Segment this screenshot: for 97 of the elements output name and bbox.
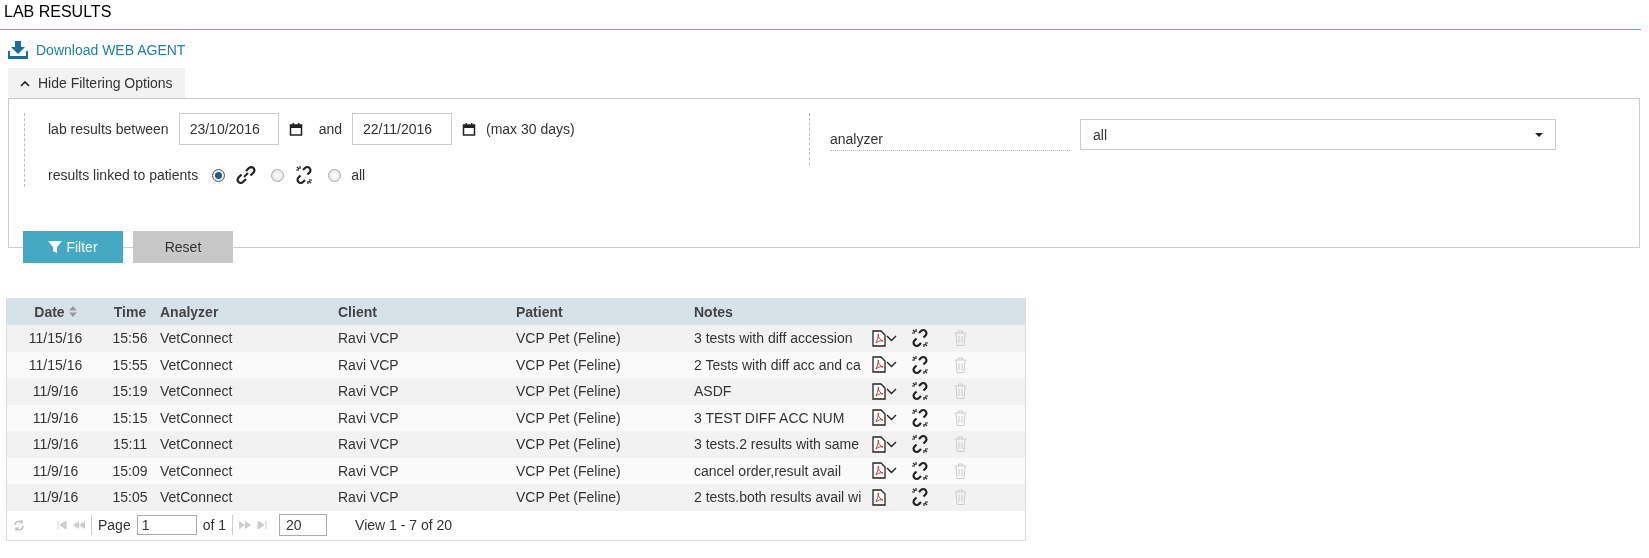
table-cell: 15:15: [112, 409, 148, 426]
field-label: analyzer: [830, 127, 1070, 151]
table-cell: 15:56: [112, 330, 148, 347]
pdf-icon[interactable]: [872, 356, 886, 374]
field-label: lab results between: [48, 121, 169, 137]
reset-button[interactable]: Reset: [133, 231, 233, 263]
chevron-icon: [20, 79, 30, 87]
table-cell: Ravi VCP: [338, 330, 399, 347]
table-cell: 15:55: [112, 356, 148, 373]
pdf-icon[interactable]: [872, 462, 886, 480]
table-cell: 2 tests.both results avail wi: [694, 489, 862, 506]
table-cell: VetConnect: [160, 330, 233, 347]
pdf-icon[interactable]: [872, 435, 886, 453]
table-cell: VetConnect: [160, 462, 233, 479]
table-cell: 15:05: [112, 489, 148, 506]
column-header[interactable]: Patient: [516, 303, 563, 320]
table-cell: Ravi VCP: [338, 436, 399, 453]
link-icon: [235, 165, 258, 185]
table-cell: VCP Pet (Feline): [516, 489, 621, 506]
unlink-icon[interactable]: [910, 381, 930, 402]
analyzer-dropdown[interactable]: all: [1080, 119, 1556, 150]
page-title: LAB RESULTS: [0, 0, 1641, 30]
field-label: and: [318, 121, 342, 137]
chevron-down-icon[interactable]: [886, 387, 897, 395]
hint-text: (max 30 days): [486, 121, 575, 137]
table-cell: 15:09: [112, 462, 148, 479]
pdf-icon[interactable]: [872, 329, 886, 347]
page-count: of 1: [202, 517, 227, 533]
chevron-down-icon[interactable]: [886, 361, 897, 369]
table-cell: VetConnect: [160, 409, 233, 426]
table-cell: 3 tests.2 results with same: [694, 436, 859, 453]
table-cell: 11/9/16: [32, 383, 79, 400]
table-cell: VetConnect: [160, 356, 233, 373]
chevron-down-icon[interactable]: [886, 467, 897, 475]
page-input[interactable]: 1: [136, 515, 197, 535]
table-cell: VCP Pet (Feline): [516, 383, 621, 400]
unlink-icon[interactable]: [910, 354, 930, 375]
table-cell: VCP Pet (Feline): [516, 436, 621, 453]
table-cell: 2 Tests with diff acc and ca: [694, 356, 861, 373]
table-cell: Ravi VCP: [338, 409, 399, 426]
table-cell: Ravi VCP: [338, 462, 399, 479]
caret-icon: [1535, 132, 1543, 137]
table-cell: 11/9/16: [32, 436, 79, 453]
table-cell: 11/9/16: [32, 462, 79, 479]
table-cell: 11/15/16: [28, 330, 83, 347]
table-cell: VCP Pet (Feline): [516, 409, 621, 426]
unlink-icon[interactable]: [910, 407, 930, 428]
table-cell: 15:11: [113, 436, 147, 453]
radio-button[interactable]: [328, 168, 342, 182]
pdf-icon[interactable]: [872, 382, 886, 400]
unlink-icon[interactable]: [910, 460, 930, 481]
record-summary: View 1 - 7 of 20: [355, 517, 453, 533]
table-cell: 11/9/16: [32, 489, 79, 506]
table-cell: Ravi VCP: [338, 383, 399, 400]
table-cell: VCP Pet (Feline): [516, 462, 621, 479]
table-cell: VCP Pet (Feline): [516, 356, 621, 373]
table-cell: 11/9/16: [32, 409, 79, 426]
calendar-icon[interactable]: [462, 122, 476, 136]
table-cell: VetConnect: [160, 436, 233, 453]
download-icon[interactable]: [8, 41, 28, 59]
filter-icon: [48, 240, 63, 254]
page-size-field[interactable]: 20: [279, 514, 328, 536]
table-cell: VetConnect: [160, 489, 233, 506]
calendar-icon[interactable]: [288, 122, 303, 136]
chevron-down-icon[interactable]: [886, 334, 897, 342]
pdf-icon[interactable]: [872, 409, 886, 427]
unlink-icon[interactable]: [910, 328, 930, 349]
column-header[interactable]: Analyzer: [160, 303, 219, 320]
table-cell: Ravi VCP: [338, 489, 399, 506]
page-label: Page: [98, 517, 131, 533]
table-cell: VetConnect: [160, 383, 233, 400]
download-link[interactable]: Download WEB AGENT: [36, 42, 186, 58]
column-header[interactable]: Notes: [694, 303, 733, 320]
column-header[interactable]: Client: [338, 303, 377, 320]
chevron-down-icon[interactable]: [886, 414, 897, 422]
unlinked-icon: [294, 165, 315, 185]
field-label: results linked to patients: [48, 167, 199, 183]
date-field[interactable]: 23/10/2016: [178, 113, 279, 145]
column-header[interactable]: Time: [113, 303, 147, 320]
pdf-icon[interactable]: [872, 488, 886, 506]
table-cell: 3 tests with diff accession: [694, 330, 853, 347]
chevron-down-icon[interactable]: [886, 440, 897, 448]
table-cell: Ravi VCP: [338, 356, 399, 373]
option-label: all: [351, 167, 366, 183]
unlink-icon[interactable]: [910, 487, 930, 508]
table-cell: cancel order,result avail: [694, 462, 842, 479]
radio-button[interactable]: [212, 168, 226, 182]
table-cell: 3 TEST DIFF ACC NUM: [694, 409, 845, 426]
table-cell: 15:19: [112, 383, 148, 400]
table-cell: VCP Pet (Feline): [516, 330, 621, 347]
date-field[interactable]: 22/11/2016: [352, 113, 452, 145]
column-header[interactable]: Date: [34, 303, 65, 320]
radio-button[interactable]: [271, 168, 285, 182]
unlink-icon[interactable]: [910, 434, 930, 455]
table-cell: 11/15/16: [28, 356, 83, 373]
table-cell: ASDF: [694, 383, 732, 400]
filter-toggle-tab[interactable]: Hide Filtering Options: [8, 68, 185, 98]
